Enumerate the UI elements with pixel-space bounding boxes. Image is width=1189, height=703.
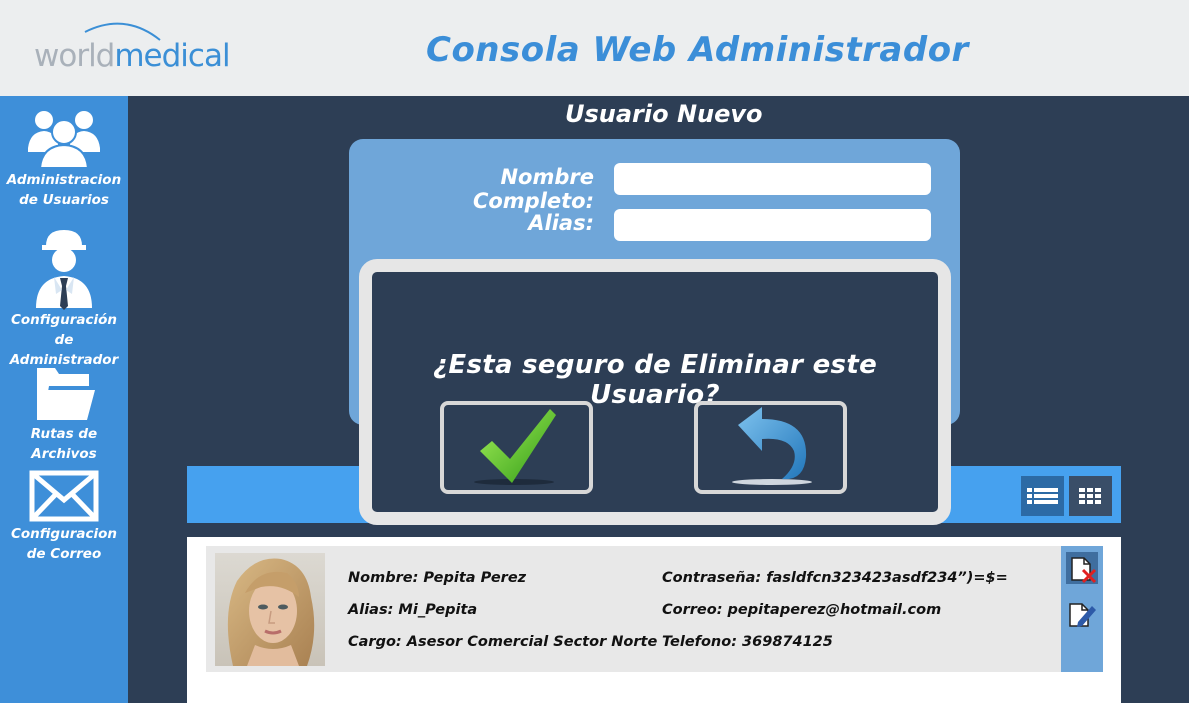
full-name-input[interactable]: [614, 163, 931, 195]
back-arrow-icon: [732, 407, 812, 485]
user-photo: [215, 553, 325, 666]
sidebar-item-label: de Correo: [26, 546, 102, 562]
worldmedical-logo[interactable]: worldmedical: [30, 18, 231, 78]
alias-label: Alias:: [528, 211, 594, 235]
full-name-label: Nombre Completo:: [472, 165, 594, 213]
sidebar-item-admin-config[interactable]: Configuración de Administrador: [0, 228, 128, 370]
sidebar-item-label: Archivos: [31, 446, 97, 462]
sidebar-item-label: Configuración: [11, 312, 117, 328]
confirm-delete-button[interactable]: [440, 401, 593, 494]
sidebar-item-label: Configuracion: [11, 526, 117, 542]
list-view-button[interactable]: [1021, 476, 1064, 516]
sidebar-item-file-routes[interactable]: Rutas de Archivos: [0, 362, 128, 464]
user-alias: Alias: Mi_Pepita: [348, 602, 478, 618]
grid-view-button[interactable]: [1069, 476, 1112, 516]
sidebar-item-user-admin[interactable]: Administracion de Usuarios: [0, 104, 128, 210]
sidebar-item-label: Rutas de: [30, 426, 98, 442]
checkmark-icon: [474, 409, 556, 485]
form-title: Usuario Nuevo: [565, 100, 763, 128]
admin-worker-icon: [36, 230, 92, 310]
user-position: Cargo: Asesor Comercial Sector Norte: [348, 634, 658, 650]
delete-confirm-dialog: ¿Esta seguro de Eliminar este Usuario?: [359, 259, 951, 525]
list-view-icon: [1027, 488, 1058, 504]
sidebar-item-label: de Usuarios: [19, 192, 109, 208]
users-icon: [28, 111, 100, 169]
logo-medical-text: medical: [114, 38, 230, 74]
cancel-delete-button[interactable]: [694, 401, 847, 494]
user-name: Nombre: Pepita Perez: [348, 570, 527, 586]
user-password: Contraseña: fasldfcn323423asdf234”)=$=: [662, 570, 1008, 586]
sidebar-item-mail-config[interactable]: Configuracion de Correo: [0, 470, 128, 564]
sidebar-item-label: Administracion: [6, 172, 122, 188]
delete-user-icon[interactable]: [1066, 552, 1098, 584]
grid-view-icon: [1079, 488, 1101, 504]
header-bar: worldmedical Consola Web Administrador: [0, 0, 1189, 96]
envelope-icon: [29, 470, 99, 522]
app-title: Consola Web Administrador: [426, 30, 969, 70]
folder-icon: [37, 368, 95, 420]
edit-user-icon[interactable]: [1066, 598, 1098, 630]
user-phone: Telefono: 369874125: [662, 634, 833, 650]
alias-input[interactable]: [614, 209, 931, 241]
logo-world-text: world: [34, 38, 115, 74]
user-email: Correo: pepitaperez@hotmail.com: [662, 602, 942, 618]
